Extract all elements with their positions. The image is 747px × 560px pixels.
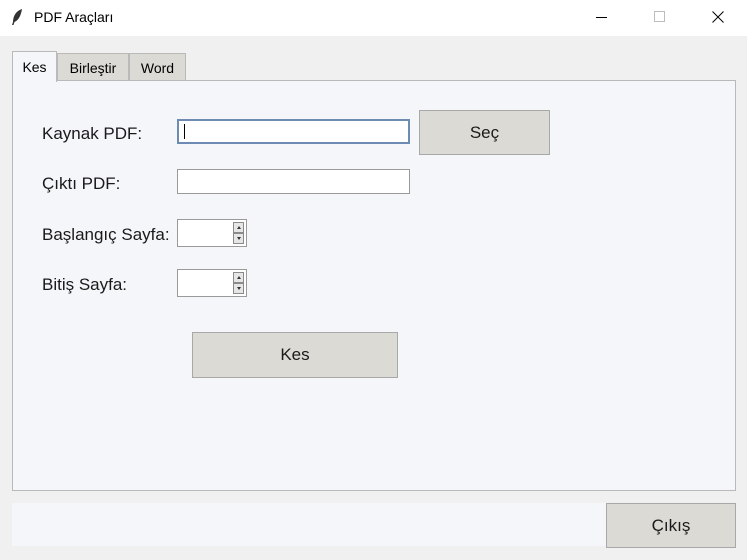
minimize-icon [596,17,607,18]
end-page-up-button[interactable] [233,272,244,283]
tab-panel-kes: Kaynak PDF: Seç Çıktı PDF: Başlangıç Say… [12,80,736,491]
window-title: PDF Araçları [34,9,114,25]
source-pdf-input[interactable] [177,119,410,144]
maximize-button[interactable] [631,0,689,34]
arrow-up-icon [236,226,241,229]
tab-word[interactable]: Word [129,53,186,81]
feather-icon [12,9,22,25]
close-button[interactable] [689,0,747,34]
start-page-label: Başlangıç Sayfa: [42,225,170,244]
end-page-spinbox[interactable] [177,269,247,297]
output-pdf-label: Çıktı PDF: [42,174,121,193]
start-page-arrows [233,222,244,244]
source-pdf-label: Kaynak PDF: [42,124,143,143]
exit-button[interactable]: Çıkış [606,503,736,548]
tab-kes[interactable]: Kes [12,51,57,82]
arrow-up-icon [236,276,241,279]
start-page-spinbox[interactable] [177,219,247,247]
start-page-up-button[interactable] [233,222,244,233]
close-icon [712,11,724,23]
start-page-down-button[interactable] [233,233,244,244]
end-page-arrows [233,272,244,294]
arrow-down-icon [236,237,241,240]
maximize-icon [654,11,665,22]
select-file-button[interactable]: Seç [419,110,550,155]
output-pdf-input[interactable] [177,169,410,194]
arrow-down-icon [236,287,241,290]
end-page-down-button[interactable] [233,283,244,294]
end-page-label: Bitiş Sayfa: [42,275,128,294]
cut-button[interactable]: Kes [192,332,398,378]
tab-birlestir[interactable]: Birleştir [57,53,129,81]
minimize-button[interactable] [573,0,631,34]
text-caret [184,124,185,139]
title-bar: PDF Araçları [0,0,747,36]
